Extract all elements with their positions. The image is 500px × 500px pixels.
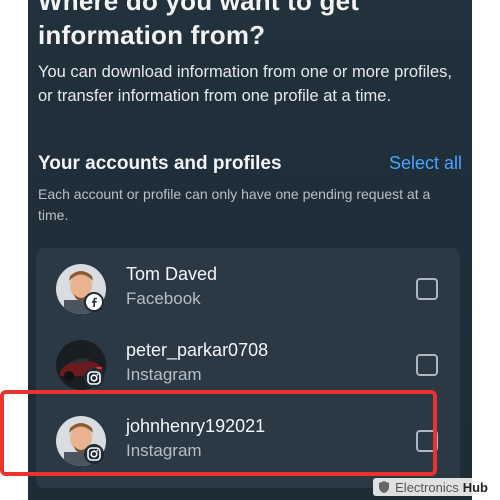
- account-checkbox[interactable]: [416, 430, 438, 452]
- account-row-johnhenry[interactable]: johnhenry192021 Instagram: [36, 404, 460, 480]
- page-title: Where do you want to get information fro…: [38, 0, 458, 52]
- avatar: [56, 340, 106, 390]
- account-row-tom-daved[interactable]: Tom Daved Facebook: [36, 252, 460, 328]
- watermark-text-2: Hub: [462, 479, 488, 495]
- watermark: Electronics Hub: [373, 478, 492, 496]
- account-checkbox[interactable]: [416, 278, 438, 300]
- page-title-line-1: Where do you want to get: [38, 0, 360, 16]
- account-platform: Instagram: [126, 365, 202, 384]
- shield-icon: [379, 481, 390, 493]
- section-subtitle: Each account or profile can only have on…: [38, 186, 431, 223]
- account-checkbox[interactable]: [416, 354, 438, 376]
- avatar: [56, 416, 106, 466]
- account-name: johnhenry192021: [126, 416, 266, 436]
- page-title-line-2: information from?: [38, 20, 266, 50]
- phone-screen: Where do you want to get information fro…: [28, 0, 472, 500]
- accounts-list: Tom Daved Facebook peter_parkar0708 Inst…: [36, 248, 460, 488]
- select-all-link[interactable]: Select all: [389, 153, 462, 174]
- facebook-icon: [84, 292, 104, 312]
- account-platform: Instagram: [126, 441, 202, 460]
- instagram-icon: [84, 444, 104, 464]
- avatar: [56, 264, 106, 314]
- account-name: Tom Daved: [126, 264, 218, 284]
- instagram-icon: [84, 368, 104, 388]
- account-platform: Facebook: [126, 289, 201, 308]
- section-title: Your accounts and profiles: [38, 153, 282, 174]
- watermark-text-1: Electronics: [395, 479, 459, 495]
- account-name: peter_parkar0708: [126, 340, 269, 360]
- account-row-peter-parkar[interactable]: peter_parkar0708 Instagram: [36, 328, 460, 404]
- page-description: You can download information from one or…: [38, 63, 452, 105]
